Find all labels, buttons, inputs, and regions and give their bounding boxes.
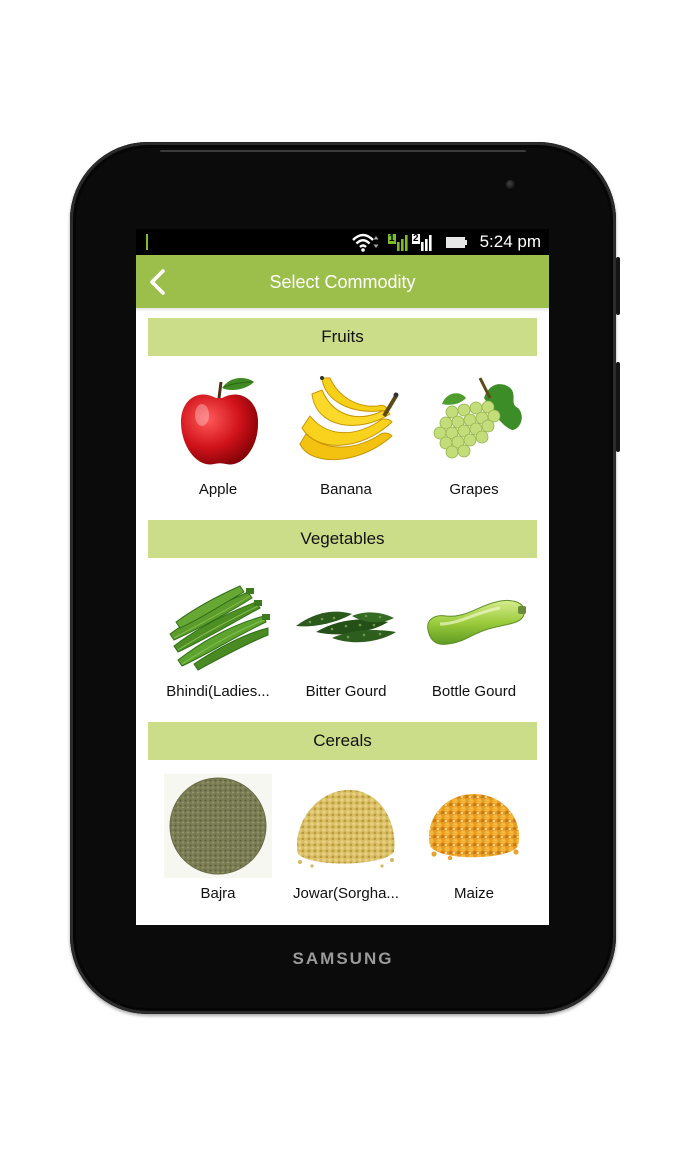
commodity-label: Maize (453, 885, 494, 902)
volume-button (616, 362, 620, 452)
signal-sim1-icon: 1 (388, 231, 410, 253)
maize-image (420, 774, 528, 878)
status-time: 5:24 pm (479, 232, 541, 251)
app-bar: Select Commodity (136, 255, 549, 308)
bitter-gourd-image (292, 572, 400, 676)
grapes-image (420, 370, 528, 474)
bhindi-image (164, 572, 272, 676)
commodity-bhindi[interactable]: Bhindi(Ladies... (154, 572, 282, 712)
commodity-grapes[interactable]: Grapes (410, 370, 538, 510)
section-header-cereals: Cereals (148, 722, 537, 760)
commodity-banana[interactable]: Banana (282, 370, 410, 510)
commodity-label: Jowar(Sorgha... (293, 885, 399, 902)
signal-sim2-icon: 2 (412, 231, 434, 253)
commodity-label: Bottle Gourd (431, 683, 517, 700)
commodity-bottle-gourd[interactable]: Bottle Gourd (410, 572, 538, 712)
section-header-vegetables: Vegetables (148, 520, 537, 558)
sim1-label: 1 (389, 233, 395, 244)
commodity-bitter-gourd[interactable]: Bitter Gourd (282, 572, 410, 712)
bajra-image (164, 774, 272, 878)
banana-image (292, 370, 400, 474)
commodity-label: Bajra (200, 885, 236, 902)
battery-icon (446, 237, 467, 248)
commodity-label: Apple (198, 481, 238, 498)
sim2-label: 2 (413, 233, 419, 244)
commodity-bajra[interactable]: Bajra (154, 774, 282, 914)
jowar-image (292, 774, 400, 878)
commodity-label: Bhindi(Ladies... (166, 683, 270, 700)
section-header-fruits: Fruits (148, 318, 537, 356)
commodity-apple[interactable]: Apple (154, 370, 282, 510)
section-title: Vegetables (300, 529, 385, 548)
status-bar: 1 2 5:24 pm (136, 229, 549, 255)
apple-image (164, 370, 272, 474)
bottle-gourd-image (420, 572, 528, 676)
notification-indicator (146, 234, 148, 250)
commodity-label: Bitter Gourd (305, 683, 387, 700)
commodity-label: Grapes (449, 481, 499, 498)
section-title: Cereals (313, 731, 372, 750)
commodity-label: Banana (320, 481, 372, 498)
front-camera (506, 180, 515, 189)
app-screen: 1 2 5:24 pm Select Commodity Fruits Appl… (136, 229, 549, 925)
wifi-icon (352, 233, 379, 252)
page-title: Select Commodity (269, 272, 416, 292)
section-title: Fruits (321, 327, 364, 346)
app-bar-shadow (136, 308, 549, 312)
bezel-edge (160, 150, 526, 152)
power-button (616, 257, 620, 315)
device-brand-logo: SAMSUNG (292, 949, 394, 968)
commodity-maize[interactable]: Maize (410, 774, 538, 914)
commodity-jowar[interactable]: Jowar(Sorgha... (282, 774, 410, 914)
